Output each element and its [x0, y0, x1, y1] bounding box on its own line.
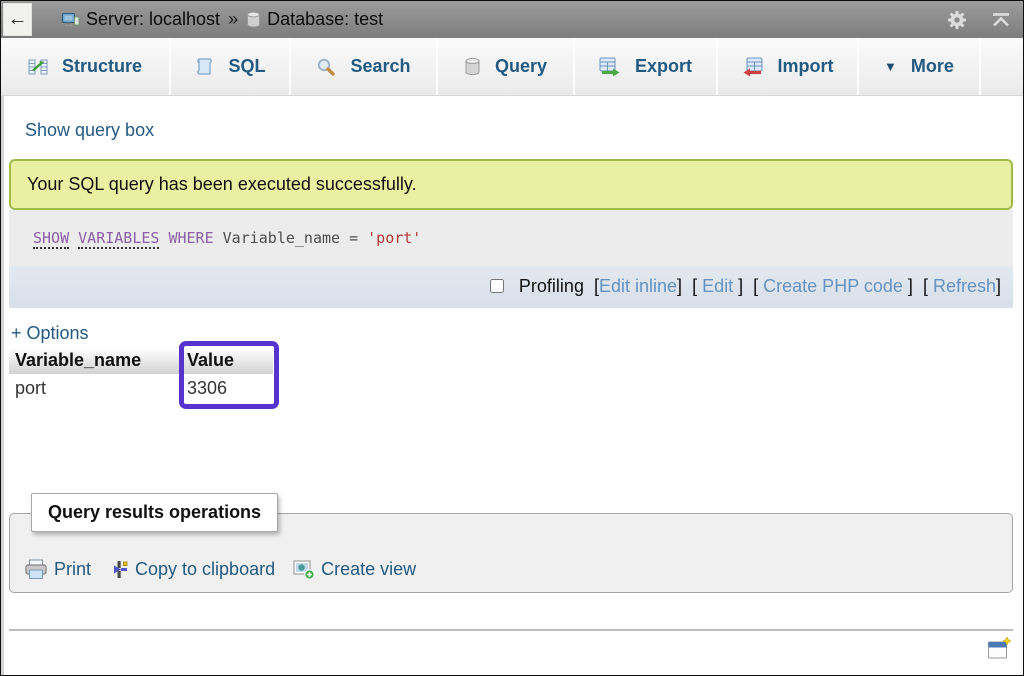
sql-query-display: SHOW VARIABLES WHERE Variable_name = 'po…: [9, 210, 1013, 266]
sql-keyword-variables[interactable]: VARIABLES: [78, 229, 159, 249]
copy-to-clipboard-action[interactable]: Copy to clipboard: [109, 559, 275, 580]
tab-bar: Structure SQL Search: [1, 38, 1023, 96]
tab-structure[interactable]: Structure: [1, 38, 171, 95]
results-table-area: Variable_name Value port 3306: [9, 348, 1013, 403]
search-icon: [316, 57, 336, 77]
column-header-value[interactable]: Value: [181, 348, 273, 374]
sql-string-value: 'port': [367, 229, 421, 247]
tab-import-label: Import: [778, 56, 834, 77]
tab-query-label: Query: [495, 56, 547, 77]
query-toolbar: Profiling [Edit inline] [ Edit ] [ Creat…: [9, 266, 1013, 308]
edit-link[interactable]: Edit: [702, 276, 733, 296]
tab-export-label: Export: [635, 56, 692, 77]
print-icon: [24, 559, 48, 580]
sql-identifier: Variable_name: [223, 229, 340, 247]
create-view-link: Create view: [321, 559, 416, 580]
breadcrumb-server-link[interactable]: Server: localhost: [62, 9, 220, 30]
bracket: [: [692, 276, 702, 296]
column-header-variable-name[interactable]: Variable_name: [9, 348, 181, 374]
tab-structure-label: Structure: [62, 56, 142, 77]
query-database-icon: [464, 57, 481, 76]
structure-icon: [28, 57, 48, 77]
create-php-code-link[interactable]: Create PHP code: [763, 276, 903, 296]
print-link: Print: [54, 559, 91, 580]
server-icon: [62, 11, 80, 29]
tab-import[interactable]: Import: [718, 38, 859, 95]
bracket: [: [923, 276, 933, 296]
sql-keyword-show[interactable]: SHOW: [33, 229, 69, 249]
breadcrumb-server-label: Server: localhost: [86, 9, 220, 30]
tab-sql-label: SQL: [228, 56, 265, 77]
operations-title: Query results operations: [48, 502, 261, 522]
collapse-nav-button[interactable]: ←: [3, 3, 32, 36]
options-toggle-link[interactable]: + Options: [11, 323, 89, 344]
database-icon: [246, 11, 261, 28]
profiling-label: Profiling: [519, 276, 584, 296]
chevron-down-icon: ▼: [884, 59, 897, 74]
success-message: Your SQL query has been executed success…: [9, 159, 1013, 210]
bracket: ]: [996, 276, 1001, 296]
frame-border[interactable]: [1, 96, 4, 675]
show-query-box-link[interactable]: Show query box: [25, 120, 154, 141]
tab-query[interactable]: Query: [438, 38, 575, 95]
breadcrumb: Server: localhost » Database: test: [62, 9, 383, 30]
copy-to-clipboard-link: Copy to clipboard: [135, 559, 275, 580]
top-bar: ← Server: localhost »: [1, 1, 1023, 38]
cell-value: 3306: [181, 374, 273, 403]
create-view-icon: [293, 559, 315, 580]
left-arrow-icon: ←: [8, 8, 28, 31]
import-icon: [742, 57, 764, 77]
query-results-operations: Query results operations Print: [9, 493, 1013, 593]
profiling-checkbox[interactable]: [490, 279, 504, 293]
tab-export[interactable]: Export: [575, 38, 718, 95]
results-table: Variable_name Value port 3306: [9, 348, 273, 403]
phpmyadmin-page: ← Server: localhost »: [0, 0, 1024, 676]
tab-more[interactable]: ▼ More: [859, 38, 981, 95]
bracket: ]: [677, 276, 682, 296]
success-message-text: Your SQL query has been executed success…: [27, 174, 417, 194]
topbar-actions: [945, 1, 1011, 38]
sql-icon: [194, 57, 214, 77]
settings-gear-icon[interactable]: [945, 8, 969, 32]
main-content: Show query box Your SQL query has been e…: [1, 96, 1023, 665]
footer-row: [9, 631, 1013, 665]
edit-group: [ Edit ]: [692, 276, 743, 296]
export-icon: [599, 57, 621, 77]
open-new-window-icon[interactable]: [987, 637, 1011, 665]
operations-legend: Query results operations: [31, 493, 278, 532]
sql-keyword-where: WHERE: [168, 229, 213, 247]
refresh-link[interactable]: Refresh: [933, 276, 996, 296]
print-action[interactable]: Print: [24, 559, 91, 580]
create-php-group: [ Create PHP code ]: [753, 276, 913, 296]
refresh-group: [ Refresh]: [923, 276, 1001, 296]
bracket: ]: [903, 276, 913, 296]
tab-more-label: More: [911, 56, 954, 77]
edit-inline-link[interactable]: Edit inline: [599, 276, 677, 296]
edit-inline-group: [Edit inline]: [594, 276, 682, 296]
sql-operator: =: [349, 229, 358, 247]
table-row: port 3306: [9, 374, 273, 403]
tab-sql[interactable]: SQL: [171, 38, 291, 95]
table-header-row: Variable_name Value: [9, 348, 273, 374]
tab-search[interactable]: Search: [291, 38, 438, 95]
breadcrumb-database-link[interactable]: Database: test: [246, 9, 383, 30]
breadcrumb-separator: »: [228, 9, 238, 30]
copy-to-clipboard-icon: [109, 559, 129, 580]
cell-variable-name: port: [9, 374, 181, 403]
tab-search-label: Search: [350, 56, 410, 77]
create-view-action[interactable]: Create view: [293, 559, 416, 580]
bracket: ]: [733, 276, 743, 296]
collapse-top-icon[interactable]: [991, 12, 1011, 28]
breadcrumb-database-label: Database: test: [267, 9, 383, 30]
bracket: [: [753, 276, 763, 296]
